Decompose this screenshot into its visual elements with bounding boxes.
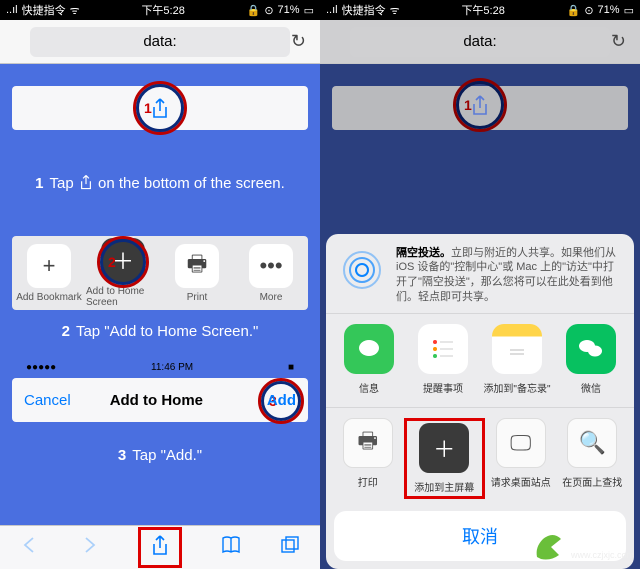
- share-icon: [78, 174, 94, 190]
- back-icon: [19, 534, 41, 561]
- step3-text: 3Tap "Add.": [0, 446, 320, 466]
- share-add-home[interactable]: 2 ＋Add to Home Screen: [86, 238, 160, 308]
- share-row: +Add Bookmark 2 ＋Add to Home Screen 🖶Pri…: [12, 236, 308, 310]
- wifi-icon: ᯤ: [390, 3, 400, 18]
- share-print[interactable]: 🖶Print: [160, 244, 234, 303]
- desktop-icon: 🖵: [496, 418, 546, 468]
- signal-icon: ..ıl: [6, 4, 18, 16]
- alarm-icon: ⊙: [264, 4, 273, 17]
- url-field: data:: [350, 27, 610, 57]
- share-sheet: 隔空投送。立即与附近的人共享。如果他们从 iOS 设备的"控制中心"或 Mac …: [326, 234, 634, 569]
- tutorial-panel: 1 1Tap on the bottom of the screen. +Add…: [0, 64, 320, 525]
- tutorial-panel-dim: 1 隔空投送。立即与附近的人共享。如果他们从 iOS 设备的"控制中心"或 Ma…: [320, 64, 640, 569]
- app-messages[interactable]: 信息: [332, 324, 406, 395]
- mini-carrier: ●●●●●: [26, 362, 56, 373]
- action-add-home[interactable]: ＋添加到主屏幕: [404, 418, 486, 499]
- status-time: 下午5:28: [141, 2, 184, 18]
- add-home-title: Add to Home: [110, 392, 203, 409]
- mini-time: 11:46 PM: [151, 362, 193, 373]
- airdrop-icon: [338, 246, 386, 294]
- share-more[interactable]: •••More: [234, 244, 308, 303]
- share-button[interactable]: [138, 527, 182, 568]
- airdrop-section[interactable]: 隔空投送。立即与附近的人共享。如果他们从 iOS 设备的"控制中心"或 Mac …: [326, 234, 634, 314]
- carrier-label: 快捷指令: [342, 2, 386, 18]
- app-reminders[interactable]: 提醒事项: [406, 324, 480, 395]
- signal-icon: ..ıl: [326, 4, 338, 16]
- alarm-icon: ⊙: [584, 4, 593, 17]
- reload-icon: ↻: [611, 31, 626, 52]
- lock-icon: 🔒: [567, 4, 581, 17]
- action-find[interactable]: 🔍在页面上查找: [557, 418, 629, 499]
- app-notes[interactable]: 添加到"备忘录": [480, 324, 554, 395]
- action-desktop[interactable]: 🖵请求桌面站点: [485, 418, 557, 499]
- mini-battery-icon: ■: [288, 362, 294, 373]
- tabs-icon[interactable]: [279, 534, 301, 561]
- actions-row: 🖶打印 ＋添加到主屏幕 🖵请求桌面站点 🔍在页面上查找: [326, 408, 634, 511]
- cancel-button[interactable]: Cancel: [24, 392, 71, 409]
- share-highlight: 1: [453, 78, 507, 132]
- reload-icon[interactable]: ↻: [291, 31, 306, 52]
- mini-toolbar: 1: [332, 86, 628, 130]
- battery-icon: ▭: [624, 4, 634, 17]
- step1-text: 1Tap on the bottom of the screen.: [0, 174, 320, 194]
- watermark-logo-icon: [531, 529, 567, 565]
- printer-icon: 🖶: [343, 418, 393, 468]
- share-highlight: 1: [133, 81, 187, 135]
- add-button[interactable]: Add: [267, 392, 296, 409]
- battery-label: 71%: [278, 4, 300, 16]
- bottom-toolbar: [0, 525, 320, 569]
- phone-right: ..ıl 快捷指令 ᯤ 下午5:28 🔒 ⊙ 71% ▭ data: ↻ 1: [320, 0, 640, 569]
- url-field[interactable]: data:: [30, 27, 290, 57]
- wifi-icon: ᯤ: [70, 3, 80, 18]
- mini-toolbar: 1: [12, 86, 308, 130]
- battery-label: 71%: [598, 4, 620, 16]
- url-bar: data: ↻: [0, 20, 320, 64]
- plus-icon: ＋: [419, 423, 469, 473]
- share-bookmark[interactable]: +Add Bookmark: [12, 244, 86, 303]
- apps-row: 信息 提醒事项 添加到"备忘录" 微信: [326, 314, 634, 408]
- add-home-bar: ●●●●● 11:46 PM ■ Cancel Add to Home 3 Ad…: [12, 378, 308, 422]
- watermark: 铲子手游网 www.czjxjc.com: [531, 529, 634, 565]
- app-wechat[interactable]: 微信: [554, 324, 628, 395]
- status-bar: ..ıl 快捷指令 ᯤ 下午5:28 🔒 ⊙ 71% ▭: [320, 0, 640, 20]
- status-time: 下午5:28: [461, 2, 504, 18]
- forward-icon: [78, 534, 100, 561]
- phone-left: ..ıl 快捷指令 ᯤ 下午5:28 🔒 ⊙ 71% ▭ data: ↻ 1: [0, 0, 320, 569]
- step2-text: 2Tap "Add to Home Screen.": [0, 322, 320, 342]
- carrier-label: 快捷指令: [22, 2, 66, 18]
- bookmarks-icon[interactable]: [220, 534, 242, 561]
- status-bar: ..ıl 快捷指令 ᯤ 下午5:28 🔒 ⊙ 71% ▭: [0, 0, 320, 20]
- battery-icon: ▭: [304, 4, 314, 17]
- search-icon: 🔍: [567, 418, 617, 468]
- lock-icon: 🔒: [247, 4, 261, 17]
- action-print[interactable]: 🖶打印: [332, 418, 404, 499]
- url-bar: data: ↻: [320, 20, 640, 64]
